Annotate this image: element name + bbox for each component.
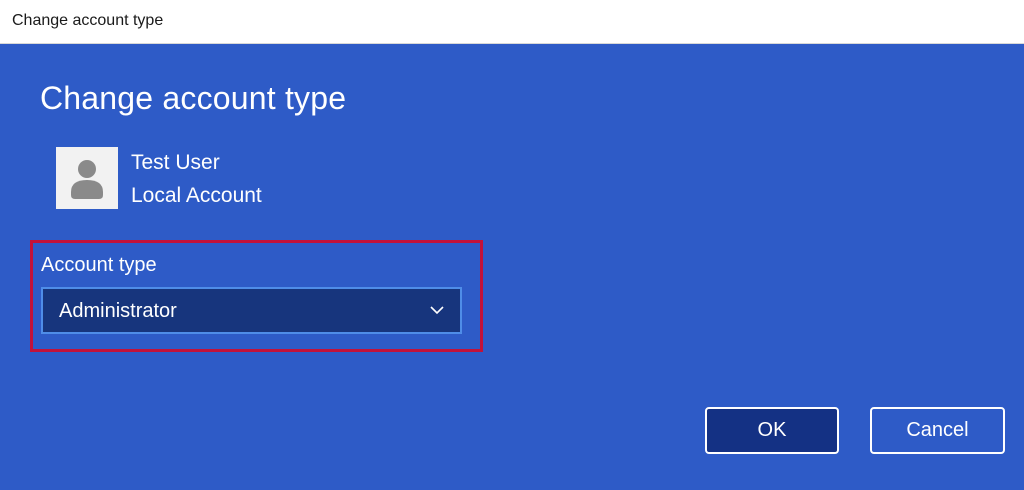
account-type-selected-value: Administrator	[59, 300, 177, 322]
user-silhouette-icon	[71, 160, 103, 199]
account-type-dropdown[interactable]: Administrator	[41, 287, 462, 334]
window-title: Change account type	[12, 12, 164, 29]
cancel-button[interactable]: Cancel	[870, 407, 1005, 454]
chevron-down-icon	[430, 306, 444, 315]
title-bar: Change account type	[0, 0, 1024, 44]
account-type-label: Account type	[41, 254, 157, 276]
account-kind: Local Account	[131, 184, 262, 207]
change-account-type-window: Change account type Change account type …	[0, 0, 1024, 490]
ok-button[interactable]: OK	[705, 407, 839, 454]
dialog-content: Change account type Test User Local Acco…	[0, 44, 1024, 490]
avatar	[56, 147, 118, 209]
user-name: Test User	[131, 151, 220, 174]
dialog-heading: Change account type	[40, 80, 347, 116]
